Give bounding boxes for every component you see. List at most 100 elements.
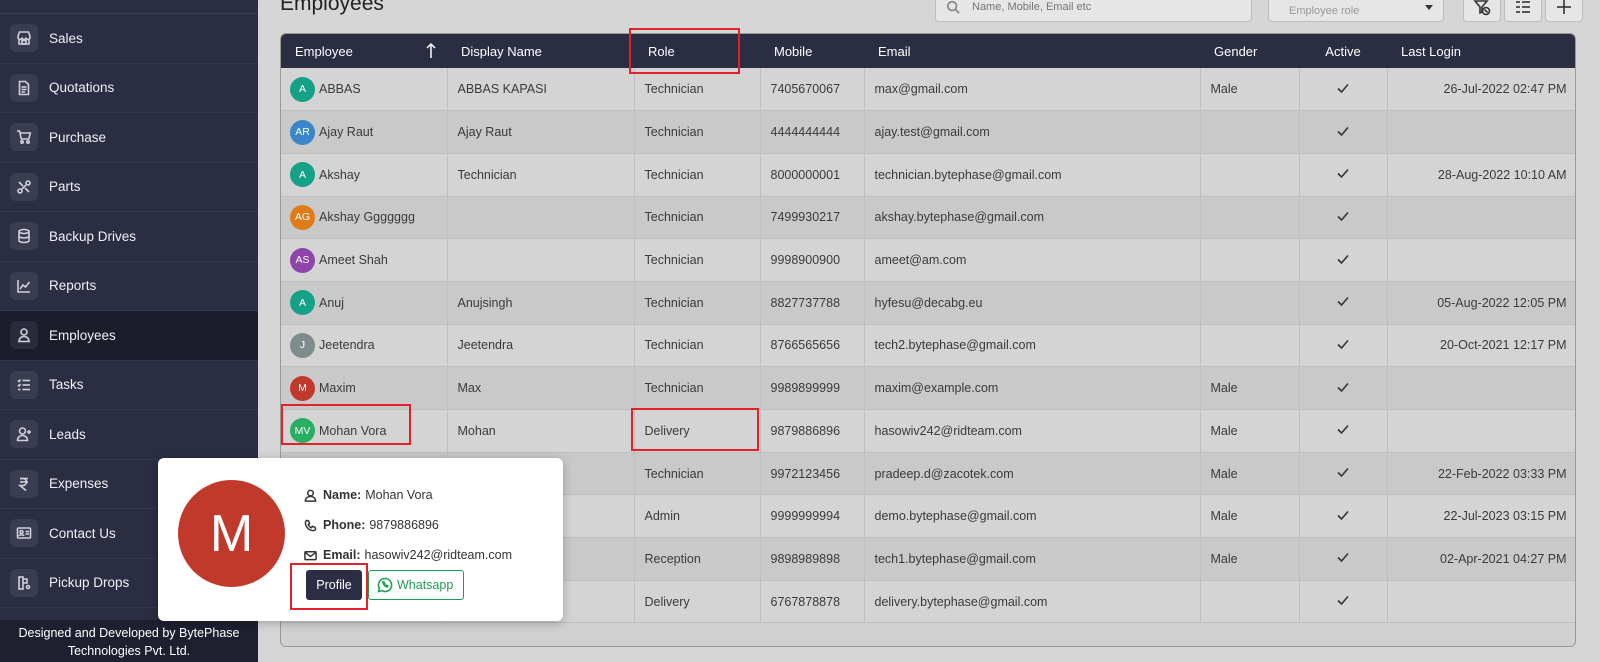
sidebar-item-sales[interactable]: Sales <box>0 14 258 64</box>
cell-email: tech2.bytephase@gmail.com <box>864 324 1201 367</box>
column-header-display-name[interactable]: Display Name <box>447 34 634 68</box>
cell-email: demo.bytephase@gmail.com <box>864 494 1201 538</box>
whatsapp-button[interactable]: Whatsapp <box>368 570 465 600</box>
cell-active <box>1299 537 1388 581</box>
cell-employee[interactable]: AS Ameet Shah <box>281 238 448 282</box>
cell-employee[interactable]: A Akshay <box>281 153 448 197</box>
cell-role: Technician <box>634 452 761 495</box>
table-row[interactable]: A Anuj Anujsingh Technician 8827737788 hyfesu… <box>281 281 1575 325</box>
column-header-email[interactable]: Email <box>864 34 1200 68</box>
employee-role-placeholder: Employee role <box>1289 5 1360 17</box>
cell-role: Technician <box>634 366 761 410</box>
cell-employee[interactable]: A ABBAS <box>281 68 448 111</box>
sidebar-item-parts[interactable]: Parts <box>0 163 258 212</box>
column-header-role[interactable]: Role <box>634 34 760 68</box>
table-row[interactable]: AR Ajay Raut Ajay Raut Technician 4444444444… <box>281 110 1575 154</box>
sidebar-item-label: Tasks <box>49 377 84 393</box>
cell-gender <box>1200 238 1300 282</box>
employee-name[interactable]: Ajay Raut <box>319 125 373 139</box>
add-employee-button[interactable] <box>1545 0 1583 22</box>
cell-employee[interactable]: MV Mohan Vora <box>281 409 448 453</box>
cell-last-login: 22-Jul-2023 03:15 PM <box>1387 494 1575 538</box>
cell-active <box>1299 196 1388 239</box>
sidebar-item-label: Reports <box>49 278 97 294</box>
employee-name[interactable]: ABBAS <box>319 82 361 96</box>
employee-name[interactable]: Akshay Ggggggg <box>319 210 415 224</box>
table-row[interactable]: AS Ameet Shah Technician 9998900900 ameet@am… <box>281 238 1575 282</box>
profile-button[interactable]: Profile <box>306 570 362 600</box>
sidebar-item-employees[interactable]: Employees <box>0 311 258 361</box>
cell-gender: Male <box>1200 68 1300 111</box>
sidebar-item-label: Quotations <box>49 80 115 96</box>
employee-avatar: A <box>290 290 315 316</box>
cell-gender: Male <box>1200 452 1300 495</box>
employee-role-select[interactable]: Employee role <box>1268 0 1444 22</box>
column-header-active[interactable]: Active <box>1299 34 1387 68</box>
sidebar-item-quotations[interactable]: Quotations <box>0 64 258 113</box>
cell-role: Reception <box>634 537 761 581</box>
employee-name[interactable]: Akshay <box>319 168 360 182</box>
sidebar-item-label: Backup Drives <box>49 228 137 244</box>
cell-employee[interactable]: J Jeetendra <box>281 324 448 367</box>
cell-employee[interactable]: AG Akshay Ggggggg <box>281 196 448 239</box>
column-header-mobile[interactable]: Mobile <box>760 34 864 68</box>
table-row[interactable]: A Akshay Technician Technician 8000000001 tec… <box>281 153 1575 197</box>
search-input[interactable] <box>972 1 1232 13</box>
employee-name[interactable]: Ameet Shah <box>319 253 388 267</box>
employee-name[interactable]: Anuj <box>319 296 344 310</box>
table-row[interactable]: MV Mohan Vora Mohan Delivery 9879886896 hasow… <box>281 409 1575 453</box>
employee-avatar: AR <box>290 119 315 145</box>
cell-active <box>1299 409 1388 453</box>
column-toggle-button[interactable] <box>1504 0 1542 22</box>
cell-last-login: 26-Jul-2022 02:47 PM <box>1387 68 1575 111</box>
table-row[interactable]: AG Akshay Ggggggg Technician 7499930217 aksh… <box>281 196 1575 239</box>
cell-active <box>1299 324 1388 367</box>
cell-role: Technician <box>634 153 761 197</box>
filter-clear-icon <box>1473 0 1491 16</box>
search-box[interactable] <box>935 0 1252 22</box>
column-header-last-login[interactable]: Last Login <box>1387 34 1575 68</box>
employee-avatar: J <box>290 332 315 358</box>
cell-employee[interactable]: M Maxim <box>281 366 448 410</box>
plus-icon <box>1557 0 1571 14</box>
cell-gender <box>1200 196 1300 239</box>
cell-role: Admin <box>634 494 761 538</box>
check-icon <box>1336 211 1350 226</box>
table-row[interactable]: J Jeetendra Jeetendra Technician 8766565656 t… <box>281 324 1575 367</box>
employee-name[interactable]: Jeetendra <box>319 338 375 352</box>
sidebar-item-purchase[interactable]: Purchase <box>0 113 258 163</box>
cell-display-name: Anujsingh <box>447 281 635 325</box>
sidebar-item-reports[interactable]: Reports <box>0 262 258 311</box>
cell-active <box>1299 452 1388 495</box>
cell-mobile: 8766565656 <box>760 324 865 367</box>
popover-info: Name: Mohan Vora Phone: 9879886896 Email… <box>304 480 512 570</box>
cell-email: technician.bytephase@gmail.com <box>864 153 1201 197</box>
popover-name-label: Name: <box>323 488 362 502</box>
cell-gender <box>1200 580 1300 623</box>
sidebar-item-leads[interactable]: Leads <box>0 410 258 460</box>
check-icon <box>1336 169 1350 183</box>
cell-active <box>1299 68 1388 111</box>
column-header-gender[interactable]: Gender <box>1200 34 1299 68</box>
employee-name[interactable]: Maxim <box>319 381 356 395</box>
column-header-employee[interactable]: Employee <box>281 34 447 68</box>
clear-filter-button[interactable] <box>1463 0 1501 22</box>
sidebar-item-backup-drives[interactable]: Backup Drives <box>0 212 258 262</box>
popover-email-value: hasowiv242@ridteam.com <box>364 548 512 562</box>
employee-avatar: MV <box>290 418 315 444</box>
cell-employee[interactable]: A Anuj <box>281 281 448 325</box>
cell-mobile: 9998900900 <box>760 238 865 282</box>
table-row[interactable]: M Maxim Max Technician 9989899999 maxim@examp… <box>281 366 1575 410</box>
cell-role: Technician <box>634 281 761 325</box>
cell-employee[interactable]: AR Ajay Raut <box>281 110 448 154</box>
cell-email: delivery.bytephase@gmail.com <box>864 580 1201 623</box>
envelope-icon <box>304 550 317 560</box>
table-header-row: Employee Display Name Role Mobile Email … <box>281 34 1575 68</box>
table-row[interactable]: A ABBAS ABBAS KAPASI Technician 7405670067 ma… <box>281 68 1575 111</box>
cell-role: Delivery <box>634 409 761 453</box>
sort-ascending-icon[interactable] <box>425 42 437 60</box>
employee-name[interactable]: Mohan Vora <box>319 424 386 438</box>
cell-role: Delivery <box>634 580 761 623</box>
sidebar-item-tasks[interactable]: Tasks <box>0 361 258 410</box>
list-columns-icon <box>1516 1 1530 13</box>
